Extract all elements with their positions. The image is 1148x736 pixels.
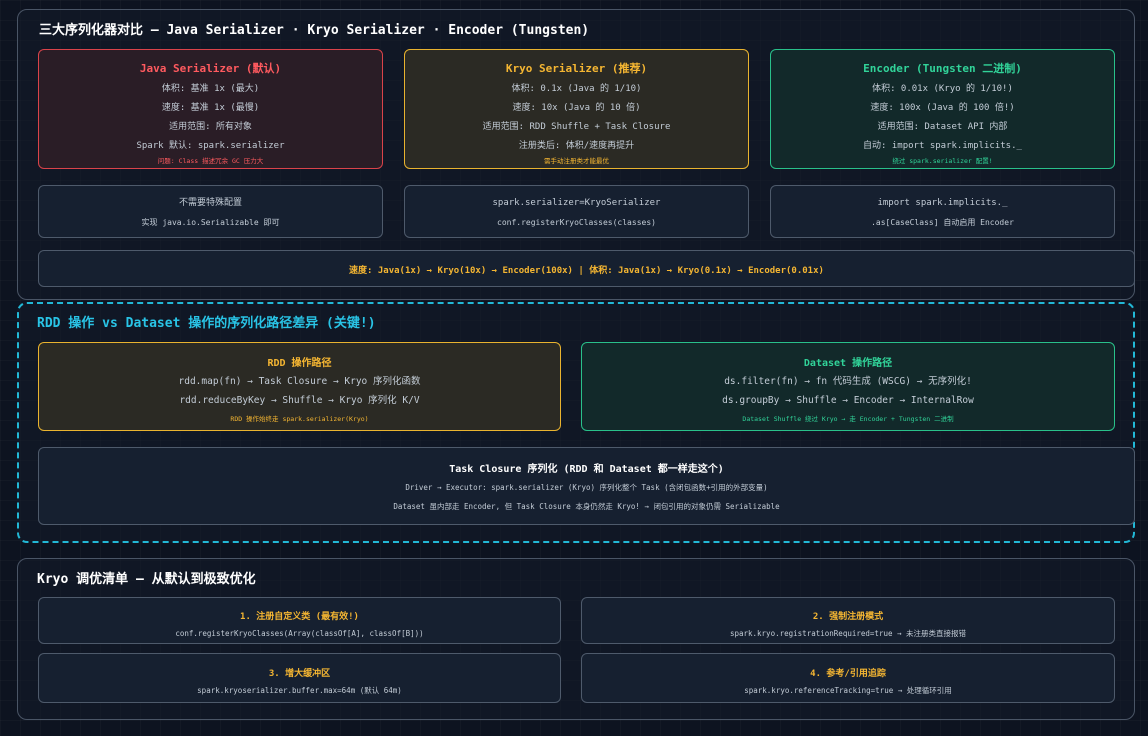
tuning-item-buffer: 3. 增大缓冲区 spark.kryoserializer.buffer.max… — [38, 653, 561, 703]
kryo-register-line: 注册类后: 体积/速度再提升 — [518, 141, 635, 151]
kryo-serializer-card: Kryo Serializer (推荐) 体积: 0.1x (Java 的 1/… — [404, 49, 749, 169]
encoder-scope-line: 适用范围: Dataset API 内部 — [877, 122, 1008, 132]
kryo-tuning-title: Kryo 调优清单 — 从默认到极致优化 — [37, 572, 256, 587]
tuning-item-title: 4. 参考/引用追踪 — [810, 669, 886, 679]
java-scope-line: 适用范围: 所有对象 — [169, 122, 252, 132]
encoder-card: Encoder (Tungsten 二进制) 体积: 0.01x (Kryo 的… — [770, 49, 1115, 169]
serialization-path-title: RDD 操作 vs Dataset 操作的序列化路径差异 (关键!) — [37, 316, 376, 331]
tuning-item-register-classes: 1. 注册自定义类 (最有效!) conf.registerKryoClasse… — [38, 597, 561, 644]
tuning-item-line: spark.kryoserializer.buffer.max=64m (默认 … — [197, 686, 402, 695]
rdd-path-note: RDD 操作始终走 spark.serializer(Kryo) — [230, 415, 369, 423]
encoder-config-line1: import spark.implicits._ — [877, 198, 1008, 208]
encoder-auto-line: 自动: import spark.implicits._ — [863, 141, 1022, 151]
encoder-speed-line: 速度: 100x (Java 的 100 倍!) — [870, 103, 1015, 113]
kryo-config-line1: spark.serializer=KryoSerializer — [492, 198, 661, 208]
tuning-item-title: 3. 增大缓冲区 — [268, 669, 331, 679]
kryo-scope-line: 适用范围: RDD Shuffle + Task Closure — [482, 122, 671, 132]
java-speed-line: 速度: 基准 1x (最慢) — [161, 103, 260, 113]
rdd-map-line: rdd.map(fn) → Task Closure → Kryo 序列化函数 — [178, 376, 421, 387]
serializer-comparison-title: 三大序列化器对比 — Java Serializer · Kryo Serial… — [39, 23, 590, 38]
dataset-path-title: Dataset 操作路径 — [803, 358, 893, 369]
java-serializer-title: Java Serializer (默认) — [139, 62, 282, 75]
encoder-config-card: import spark.implicits._ .as[CaseClass] … — [770, 185, 1115, 238]
java-serializer-card: Java Serializer (默认) 体积: 基准 1x (最大) 速度: … — [38, 49, 383, 169]
dataset-path-card: Dataset 操作路径 ds.filter(fn) → fn 代码生成 (WS… — [581, 342, 1115, 431]
rdd-path-title: RDD 操作路径 — [267, 358, 332, 369]
kryo-config-line2: conf.registerKryoClasses(classes) — [497, 218, 656, 227]
tuning-item-registration-required: 2. 强制注册模式 spark.kryo.registrationRequire… — [581, 597, 1115, 644]
tuning-item-line: spark.kryo.referenceTracking=true → 处理循环… — [744, 686, 952, 695]
speed-size-summary: 速度: Java(1x) → Kryo(10x) → Encoder(100x)… — [38, 250, 1135, 287]
java-default-line: Spark 默认: spark.serializer — [136, 141, 285, 151]
kryo-note: 需手动注册类才能最优 — [544, 157, 609, 165]
rdd-reduce-line: rdd.reduceByKey → Shuffle → Kryo 序列化 K/V — [179, 395, 420, 406]
encoder-note: 绕过 spark.serializer 配置! — [892, 157, 993, 165]
speed-size-summary-text: 速度: Java(1x) → Kryo(10x) → Encoder(100x)… — [349, 266, 824, 276]
kryo-config-card: spark.serializer=KryoSerializer conf.reg… — [404, 185, 749, 238]
encoder-size-line: 体积: 0.01x (Kryo 的 1/10!) — [872, 84, 1013, 94]
dataset-filter-line: ds.filter(fn) → fn 代码生成 (WSCG) → 无序列化! — [724, 376, 972, 387]
java-problem-note: 问题: Class 描述冗余 GC 压力大 — [157, 157, 264, 165]
dataset-path-note: Dataset Shuffle 绕过 Kryo → 走 Encoder + Tu… — [742, 415, 954, 423]
tuning-item-line: conf.registerKryoClasses(Array(classOf[A… — [175, 629, 424, 638]
java-config-card: 不需要特殊配置 实现 java.io.Serializable 即可 — [38, 185, 383, 238]
java-size-line: 体积: 基准 1x (最大) — [161, 84, 260, 94]
task-closure-card: Task Closure 序列化 (RDD 和 Dataset 都一样走这个) … — [38, 447, 1135, 525]
encoder-config-line2: .as[CaseClass] 自动启用 Encoder — [871, 218, 1014, 227]
kryo-size-line: 体积: 0.1x (Java 的 1/10) — [511, 84, 642, 94]
task-closure-line2: Dataset 虽内部走 Encoder, 但 Task Closure 本身仍… — [393, 502, 780, 511]
tuning-item-reference-tracking: 4. 参考/引用追踪 spark.kryo.referenceTracking=… — [581, 653, 1115, 703]
task-closure-title: Task Closure 序列化 (RDD 和 Dataset 都一样走这个) — [449, 464, 724, 475]
tuning-item-title: 2. 强制注册模式 — [812, 612, 884, 622]
kryo-speed-line: 速度: 10x (Java 的 10 倍) — [512, 103, 641, 113]
tuning-item-line: spark.kryo.registrationRequired=true → 未… — [729, 629, 967, 638]
java-config-line2: 实现 java.io.Serializable 即可 — [141, 218, 280, 227]
java-config-line1: 不需要特殊配置 — [178, 198, 242, 208]
rdd-path-card: RDD 操作路径 rdd.map(fn) → Task Closure → Kr… — [38, 342, 561, 431]
tuning-item-title: 1. 注册自定义类 (最有效!) — [240, 612, 359, 622]
kryo-serializer-title: Kryo Serializer (推荐) — [505, 62, 648, 75]
task-closure-line1: Driver → Executor: spark.serializer (Kry… — [405, 483, 768, 492]
encoder-title: Encoder (Tungsten 二进制) — [863, 62, 1022, 75]
dataset-groupby-line: ds.groupBy → Shuffle → Encoder → Interna… — [722, 395, 974, 406]
